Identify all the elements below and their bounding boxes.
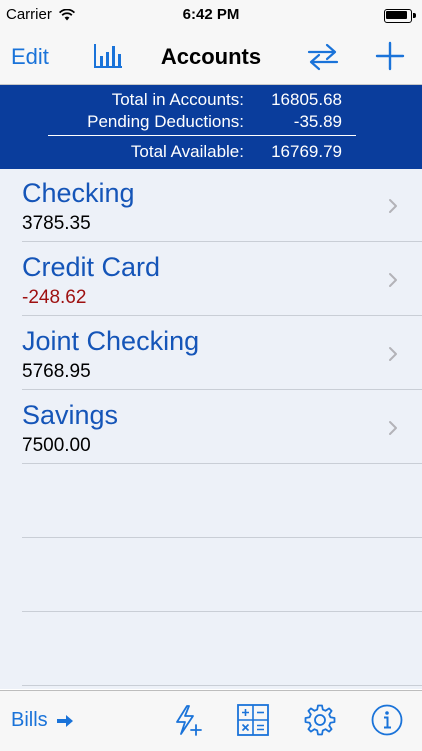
bills-label: Bills <box>11 709 48 731</box>
add-icon[interactable] <box>374 40 406 72</box>
bottom-toolbar: Bills <box>0 690 422 751</box>
empty-row-divider <box>22 537 422 538</box>
account-row-joint-checking[interactable]: Joint Checking 5768.95 <box>0 317 422 390</box>
navigation-bar: Edit Accounts <box>0 32 422 85</box>
info-icon[interactable] <box>370 703 404 737</box>
edit-button[interactable]: Edit <box>11 44 49 70</box>
calculator-icon[interactable] <box>236 703 270 737</box>
bar-chart-icon[interactable] <box>92 40 124 72</box>
arrow-right-icon <box>56 714 73 727</box>
row-divider <box>22 463 422 464</box>
account-balance: 7500.00 <box>22 435 91 456</box>
summary-divider <box>48 135 356 136</box>
account-balance: 3785.35 <box>22 213 91 234</box>
account-row-credit-card[interactable]: Credit Card -248.62 <box>0 243 422 316</box>
account-name: Savings <box>22 400 119 430</box>
row-divider <box>22 315 422 316</box>
empty-row-divider <box>22 611 422 612</box>
total-label: Total in Accounts: <box>111 90 244 109</box>
settings-icon[interactable] <box>303 703 337 737</box>
accounts-list: Checking 3785.35 Credit Card -248.62 Joi… <box>0 169 422 689</box>
empty-row-divider <box>22 685 422 686</box>
quick-add-icon[interactable] <box>171 703 205 737</box>
available-row: Total Available: 16769.79 <box>0 142 422 164</box>
chevron-right-icon <box>389 199 397 213</box>
account-name: Checking <box>22 178 135 208</box>
total-row: Total in Accounts: 16805.68 <box>0 90 422 112</box>
status-time: 6:42 PM <box>182 6 240 23</box>
account-row-checking[interactable]: Checking 3785.35 <box>0 169 422 242</box>
account-balance: -248.62 <box>22 287 87 308</box>
account-name: Credit Card <box>22 252 161 282</box>
account-name: Joint Checking <box>22 326 200 356</box>
status-bar: Carrier 6:42 PM <box>0 0 422 32</box>
chevron-right-icon <box>389 347 397 361</box>
accounts-summary: Total in Accounts: 16805.68 Pending Dedu… <box>0 85 422 169</box>
total-value: 16805.68 <box>271 90 342 109</box>
page-title: Accounts <box>160 44 262 69</box>
account-balance: 5768.95 <box>22 361 91 382</box>
bills-button[interactable]: Bills <box>11 709 74 732</box>
available-label: Total Available: <box>130 142 244 161</box>
account-row-savings[interactable]: Savings 7500.00 <box>0 391 422 464</box>
pending-row: Pending Deductions: -35.89 <box>0 112 422 134</box>
pending-value: -35.89 <box>293 112 342 131</box>
row-divider <box>22 241 422 242</box>
transfer-icon[interactable] <box>306 42 340 72</box>
available-value: 16769.79 <box>271 142 342 161</box>
battery-icon <box>384 9 416 23</box>
row-divider <box>22 389 422 390</box>
chevron-right-icon <box>389 273 397 287</box>
pending-label: Pending Deductions: <box>87 112 244 131</box>
chevron-right-icon <box>389 421 397 435</box>
